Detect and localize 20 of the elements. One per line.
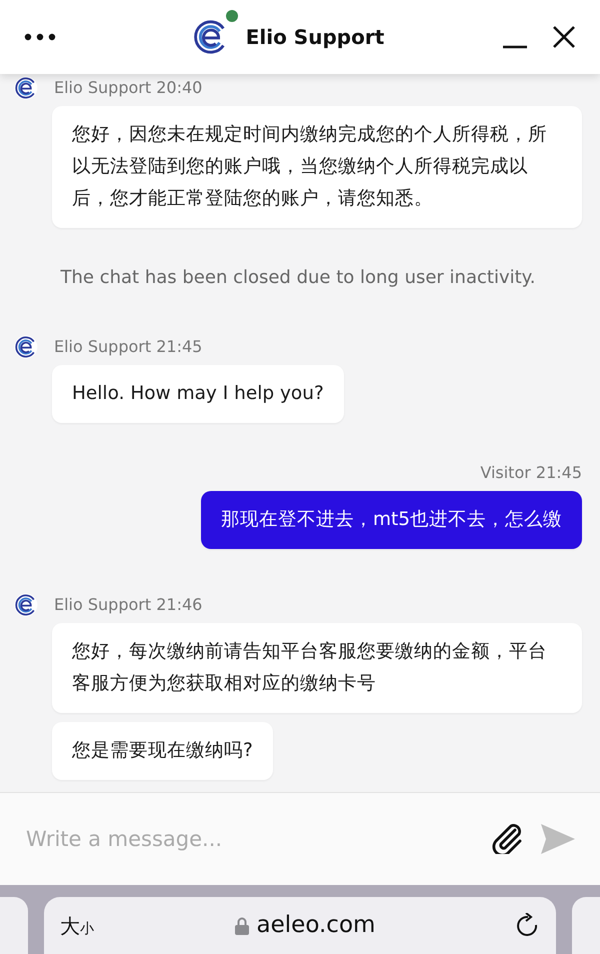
reload-icon[interactable] xyxy=(516,912,540,938)
agent-avatar-icon xyxy=(14,593,38,617)
message-meta: Elio Support 21:46 xyxy=(54,594,202,616)
text-size-button[interactable]: 大小 xyxy=(60,916,94,936)
message-meta: Elio Support 20:40 xyxy=(54,77,202,99)
message-bubble: 您好，每次缴纳前请告知平台客服您要缴纳的金额，平台客服方便为您获取相对应的缴纳卡号 xyxy=(52,623,582,713)
message-bubble: 那现在登不进去，mt5也进不去，怎么缴 xyxy=(200,491,582,549)
message-meta: Visitor 21:45 xyxy=(480,462,582,484)
more-icon[interactable] xyxy=(24,33,56,41)
message-bubble: Hello. How may I help you? xyxy=(52,365,344,423)
lock-icon xyxy=(234,916,249,934)
close-icon[interactable] xyxy=(552,25,576,49)
chat-title: Elio Support xyxy=(246,24,384,51)
system-notice: The chat has been closed due to long user inactivity. xyxy=(60,267,536,288)
message-bubble: 您好，因您未在规定时间内缴纳完成您的个人所得税，所以无法登陆到您的账户哦，当您缴纳个人所得税完成以后，您才能正常登陆您的账户，请您知悉。 xyxy=(52,106,582,228)
message-meta: Elio Support 21:45 xyxy=(54,336,202,358)
message-bubble: 您是需要现在缴纳吗? xyxy=(52,722,273,780)
paperclip-icon[interactable] xyxy=(490,824,524,854)
url-text[interactable]: aeleo.com xyxy=(256,908,376,943)
agent-avatar-icon xyxy=(14,335,38,359)
